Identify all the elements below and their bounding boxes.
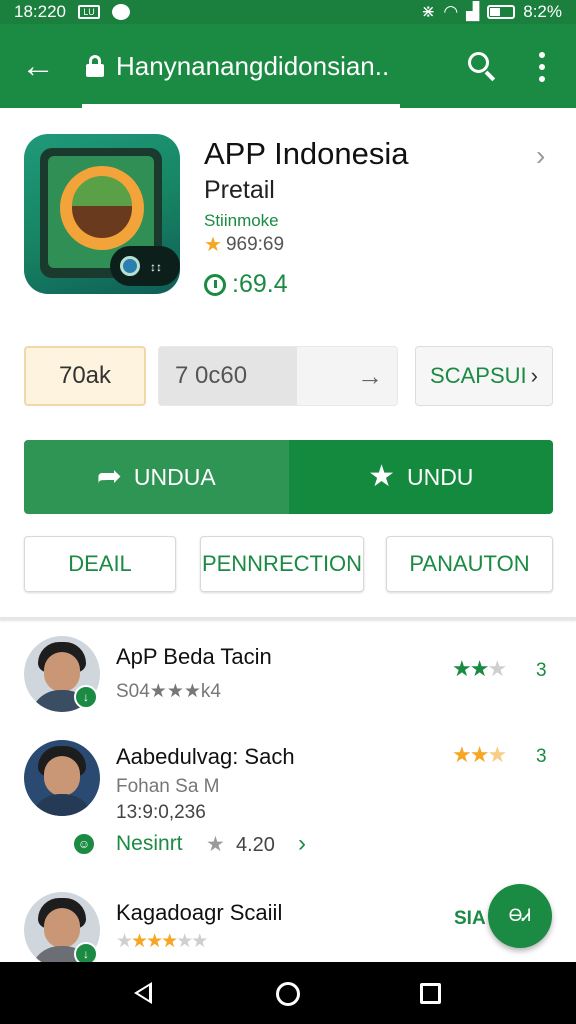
notification-icon: LU [78,5,100,19]
review-name: ApP Beda Tacin [116,644,272,669]
star-icon: ★ [452,656,472,681]
review-stars: ★★★★★★ [116,930,208,953]
star-icon: ★ [204,234,222,256]
chevron-right-icon: › [530,363,538,388]
chevron-right-icon[interactable]: › [298,830,306,858]
nav-home-icon[interactable] [276,982,300,1006]
star-icon: ★ [487,656,507,681]
star-icon: ★ [176,931,193,952]
star-icon: ★ [146,931,163,952]
review-name: Aabedulvag: Sach [116,744,295,769]
smile-badge-icon: ☺ [72,832,96,856]
stat-second-label: 7 0c60 [159,347,297,405]
avatar[interactable] [24,740,100,816]
clock-icon [204,273,226,296]
status-bar: 18:220 LU ⋇ ◠ ▟ 8:2% [0,0,576,24]
toolbar-title: Hanynanangdidonsian.. [116,50,390,81]
app-rating-value: 969:69 [225,233,285,255]
battery-percent: 8:2% [523,2,562,21]
undua-button[interactable]: ➦ UNDUA [24,440,289,514]
star-icon: ★ [469,656,490,681]
more-vert-icon[interactable] [530,52,554,82]
divider [0,617,576,620]
app-title: APP Indonesia [204,136,409,171]
star-icon: ★ [161,931,178,952]
undu-button[interactable]: ★ UNDU [288,440,553,514]
nav-recents-icon[interactable] [420,983,441,1004]
install-action-group: ➦ UNDUA ★ UNDU [24,440,553,514]
review-score: 3 [536,746,547,767]
review-stars: ★★★ [452,742,507,768]
send-fab-button[interactable]: ᎾᏗ [488,884,552,948]
stat-third-button[interactable]: SCAPSUI › [415,346,553,406]
nav-back-inner [138,986,149,1000]
app-subtitle: Pretail [204,176,275,204]
send-icon: ᎾᏗ [508,906,532,925]
toolbar: ← Hanynanangdidonsian.. [0,24,576,108]
star-icon: ★ [487,742,507,767]
app-screen: 18:220 LU ⋇ ◠ ▟ 8:2% ← Hanynanangdidonsi… [0,0,576,1024]
wifi-icon: ◠ [443,2,459,21]
undua-label: UNDUA [133,463,216,490]
stat-first[interactable]: 70ak [24,346,146,406]
app-count: :69.4 [204,270,288,299]
star-icon: ★ [116,931,133,952]
signal-icon: ▟ [466,2,480,21]
navigation-bar [0,962,576,1024]
search-box[interactable]: Hanynanangdidonsian.. [76,24,406,108]
star-icon: ★ [469,742,490,767]
review-score: SIA [454,908,486,929]
review-extra[interactable]: Nesinrt [116,832,183,856]
share-icon: ➦ [96,460,122,493]
vibrate-icon: ⋇ [421,2,436,21]
lock-icon [86,55,104,77]
undu-label: UNDU [406,463,474,490]
review-sub: S04★★★k4 [116,681,221,702]
star-icon: ★ [368,460,395,493]
star-icon: ★ [452,742,472,767]
chevron-right-icon[interactable]: › [536,140,545,172]
app-icon: ↕↕ [24,134,180,294]
app-developer[interactable]: Stiinmoke [204,211,279,231]
status-time: 18:220 [14,2,66,21]
star-icon: ★ [191,931,208,952]
tab-permission[interactable]: PENNRECTION [200,536,364,592]
back-arrow-icon[interactable]: ← [0,24,76,108]
tab-panauton[interactable]: PANAUTON [386,536,553,592]
tab-detail[interactable]: DEAIL [24,536,176,592]
review-extra-rating: 4.20 [236,834,275,856]
star-icon: ★ [206,833,225,856]
review-sub: Fohan Sa M [116,776,220,797]
app-count-value: :69.4 [232,270,288,298]
download-badge-icon: ↓ [74,685,98,709]
review-stars: ★★★ [452,656,507,682]
app-notification-icon [112,4,130,20]
review-name: Kagadoagr Scaiil [116,900,283,925]
star-icon: ★ [131,931,148,952]
search-underline [82,104,400,108]
stat-third-label: SCAPSUI [430,363,527,388]
review-date: 13:9:0,236 [116,802,206,823]
stat-second[interactable]: 7 0c60 → [158,346,398,406]
search-icon[interactable] [466,50,498,82]
app-rating: ★ 969:69 [204,232,284,257]
arrow-right-icon: → [357,360,383,391]
battery-icon [487,5,516,19]
review-score: 3 [536,660,547,681]
